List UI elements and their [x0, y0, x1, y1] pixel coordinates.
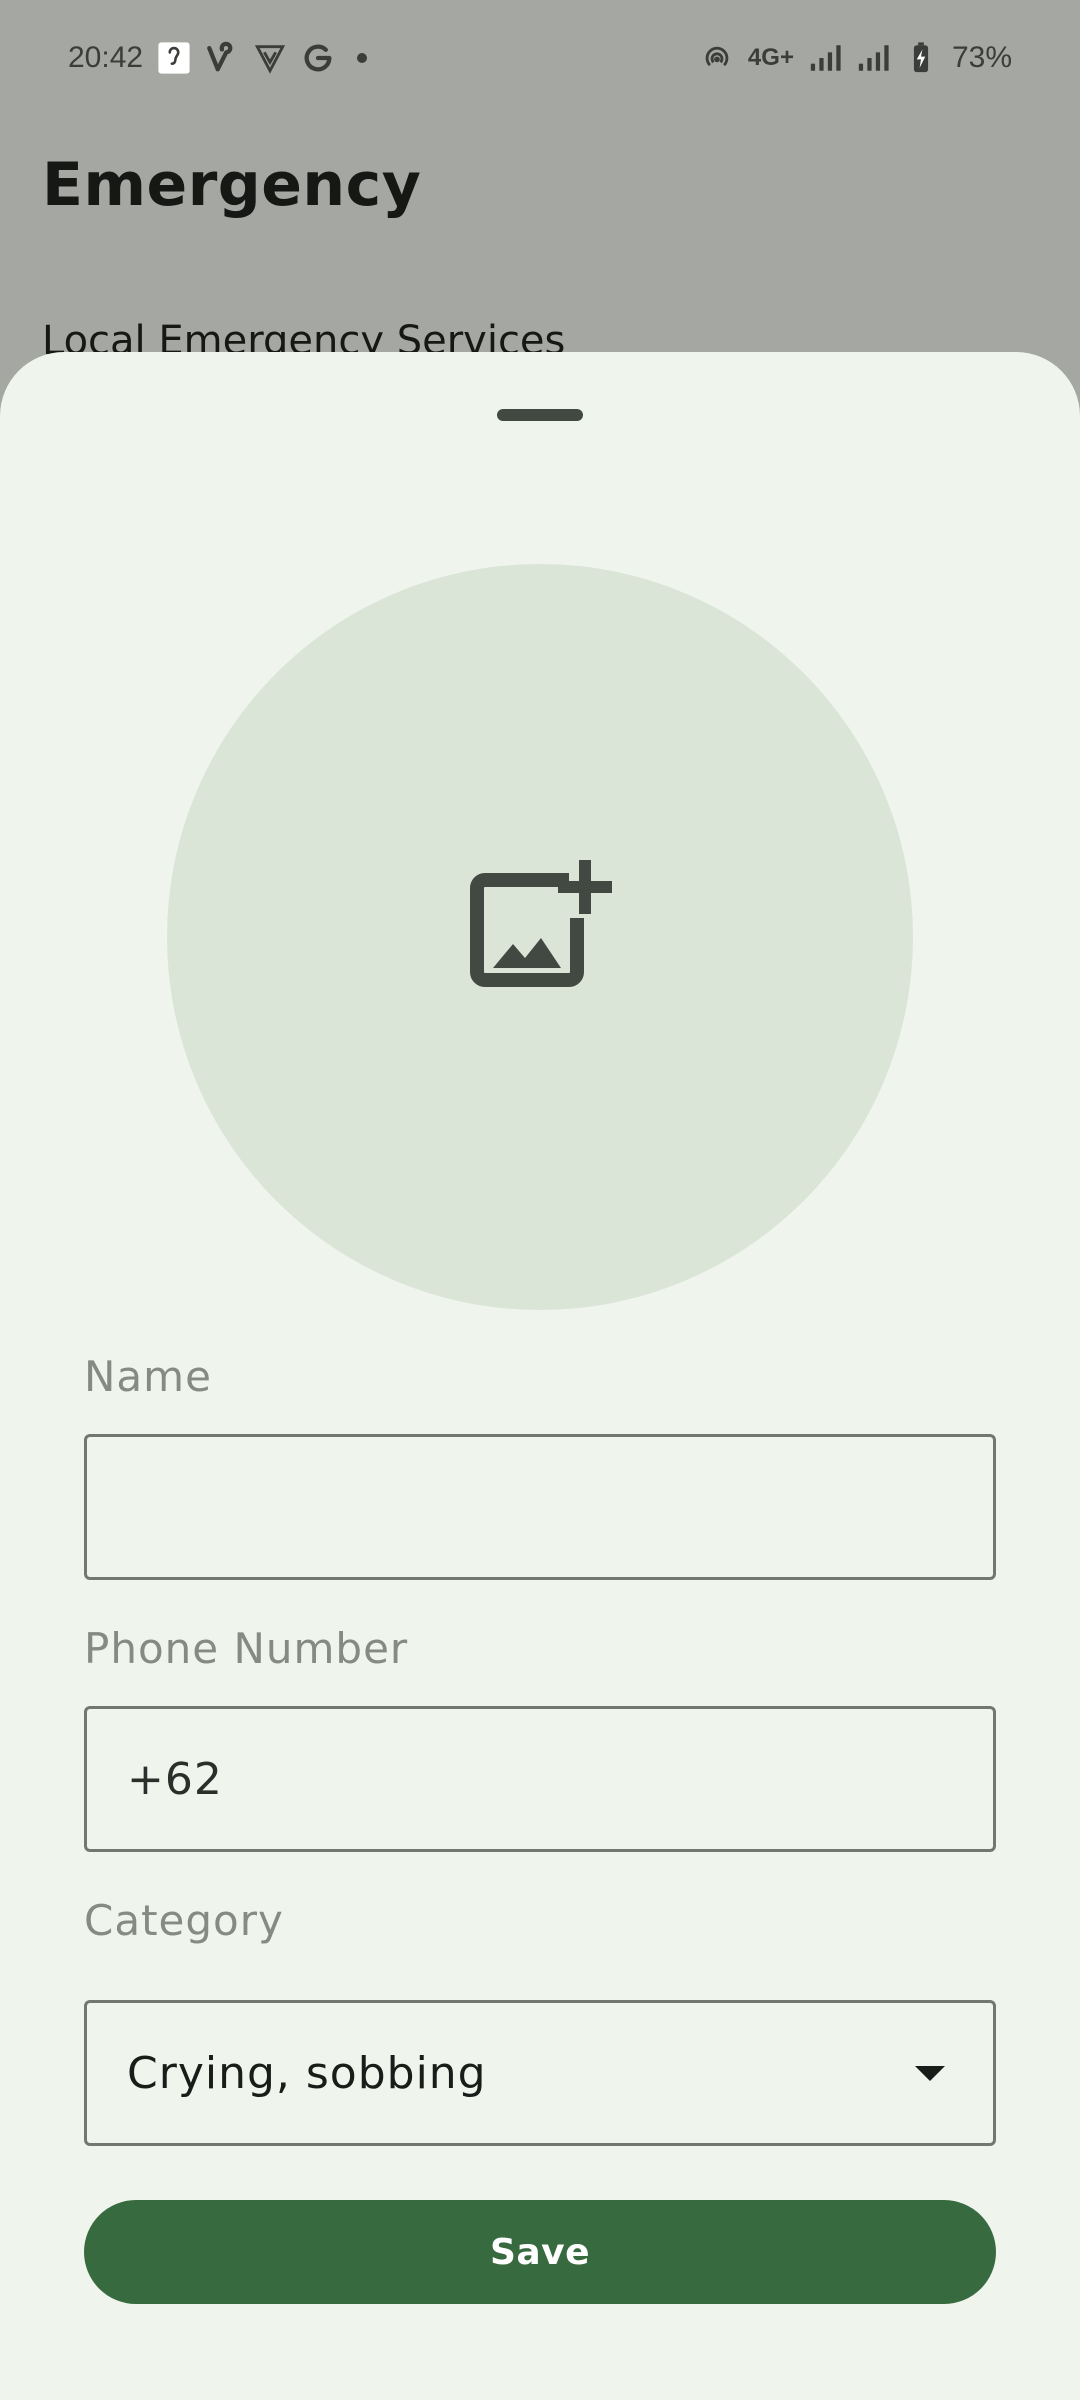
status-time: 20:42 [68, 41, 144, 74]
notification-dot-icon [357, 53, 368, 63]
phone-input[interactable] [127, 1753, 953, 1805]
status-left: 20:42 [68, 41, 368, 75]
drag-handle[interactable] [497, 409, 583, 421]
battery-charging-icon [904, 41, 938, 75]
category-label: Category [84, 1896, 284, 1945]
hearing-icon [157, 41, 191, 75]
status-bar: 20:42 4G+ 73% [0, 0, 1080, 116]
signal-icon-2 [856, 41, 890, 75]
add-contact-bottom-sheet: Name Phone Number Category Crying, sobbi… [0, 352, 1080, 2400]
name-label: Name [84, 1352, 212, 1401]
battery-percent: 73% [951, 41, 1012, 74]
phone-field[interactable] [84, 1706, 996, 1852]
name-input[interactable] [127, 1481, 953, 1533]
category-dropdown[interactable]: Crying, sobbing [84, 2000, 996, 2146]
shield-v-icon [253, 41, 287, 75]
signal-icon [808, 41, 842, 75]
phone-label: Phone Number [84, 1624, 409, 1673]
vine-icon [205, 41, 239, 75]
dropdown-arrow-icon [915, 2065, 945, 2081]
hotspot-icon [700, 41, 734, 75]
photo-picker-button[interactable] [167, 564, 913, 1310]
google-icon [301, 41, 335, 75]
add-photo-icon [467, 860, 617, 1010]
save-button[interactable]: Save [84, 2200, 996, 2304]
category-selected-value: Crying, sobbing [127, 2047, 487, 2099]
network-type-label: 4G+ [747, 44, 794, 71]
page-title: Emergency [42, 150, 422, 220]
name-field[interactable] [84, 1434, 996, 1580]
status-right: 4G+ 73% [700, 41, 1012, 75]
